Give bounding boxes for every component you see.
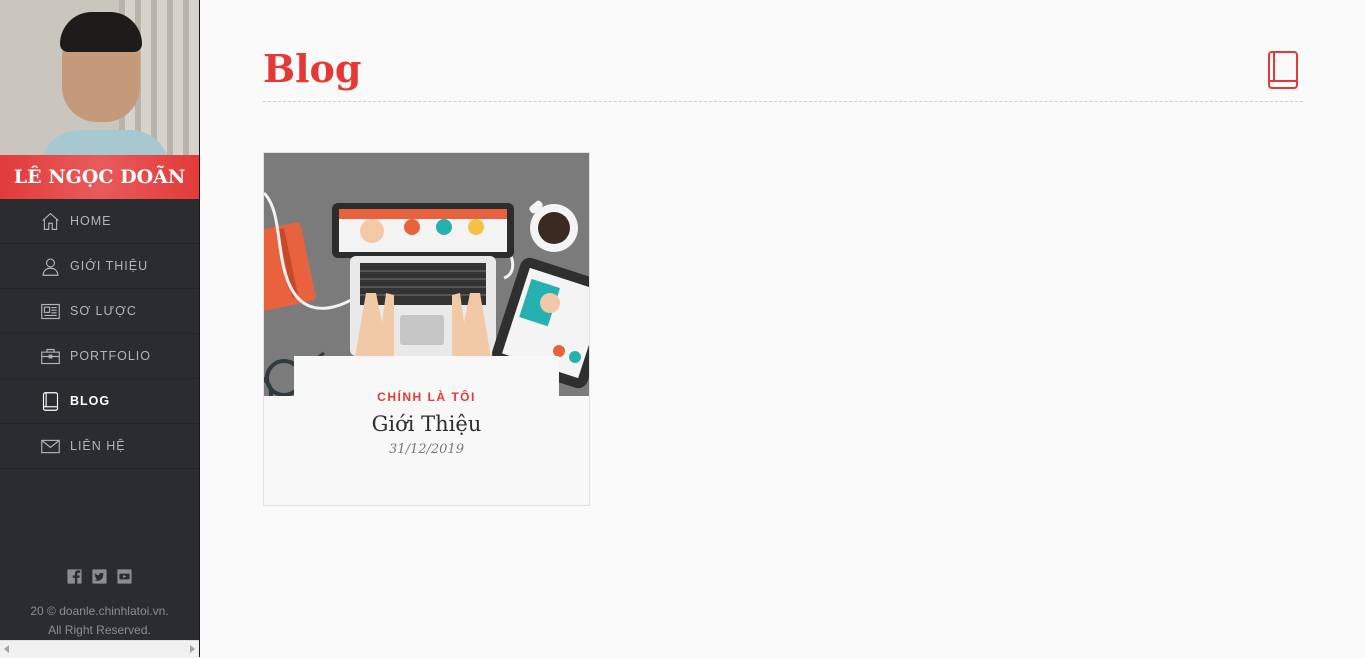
sidebar-item-label: PORTFOLIO: [70, 349, 152, 363]
user-icon: [39, 255, 61, 277]
twitter-icon[interactable]: [91, 568, 108, 585]
sidebar-item-so-luoc[interactable]: SƠ LƯỢC: [0, 289, 199, 334]
post-category[interactable]: CHÍNH LÀ TÔI: [294, 390, 559, 404]
scroll-right-icon[interactable]: [190, 645, 195, 653]
post-info: CHÍNH LÀ TÔI Giới Thiệu 31/12/2019: [294, 356, 559, 457]
sidebar-item-label: SƠ LƯỢC: [70, 304, 137, 318]
copyright-line: All Right Reserved.: [48, 623, 151, 637]
copyright: 20 © doanle.chinhlatoi.vn. All Right Res…: [0, 602, 199, 640]
scroll-left-icon[interactable]: [4, 645, 9, 653]
sidebar-item-home[interactable]: HOME: [0, 199, 199, 244]
blog-post-card[interactable]: CHÍNH LÀ TÔI Giới Thiệu 31/12/2019: [263, 152, 590, 506]
newspaper-icon: [39, 300, 61, 322]
book-icon: [1266, 50, 1300, 90]
sidebar-item-gioi-thieu[interactable]: GIỚI THIỆU: [0, 244, 199, 289]
sidebar-item-label: HOME: [70, 214, 112, 228]
post-date: 31/12/2019: [389, 442, 464, 457]
sidebar-item-label: GIỚI THIỆU: [70, 259, 149, 273]
horizontal-scrollbar[interactable]: [0, 640, 199, 658]
sidebar-item-portfolio[interactable]: PORTFOLIO: [0, 334, 199, 379]
book-icon: [39, 390, 61, 412]
profile-name: LÊ NGỌC DOÃN: [0, 155, 199, 199]
youtube-icon[interactable]: [116, 568, 133, 585]
sidebar-item-blog[interactable]: BLOG: [0, 379, 199, 424]
briefcase-icon: [39, 345, 61, 367]
page-title: Blog: [263, 46, 362, 91]
sidebar-item-label: BLOG: [70, 394, 111, 408]
sidebar-item-label: LIÊN HỆ: [70, 439, 126, 453]
sidebar: LÊ NGỌC DOÃN HOME GIỚI THIỆU SƠ LƯỢC POR…: [0, 0, 200, 658]
home-icon: [39, 210, 61, 232]
title-divider: [263, 101, 1303, 102]
envelope-icon: [39, 435, 61, 457]
facebook-icon[interactable]: [66, 568, 83, 585]
sidebar-item-lien-he[interactable]: LIÊN HỆ: [0, 424, 199, 469]
post-title[interactable]: Giới Thiệu: [294, 412, 559, 436]
social-links: [0, 568, 199, 585]
sidebar-nav: HOME GIỚI THIỆU SƠ LƯỢC PORTFOLIO BLOG L…: [0, 199, 199, 469]
copyright-line: 20 © doanle.chinhlatoi.vn.: [30, 604, 169, 618]
